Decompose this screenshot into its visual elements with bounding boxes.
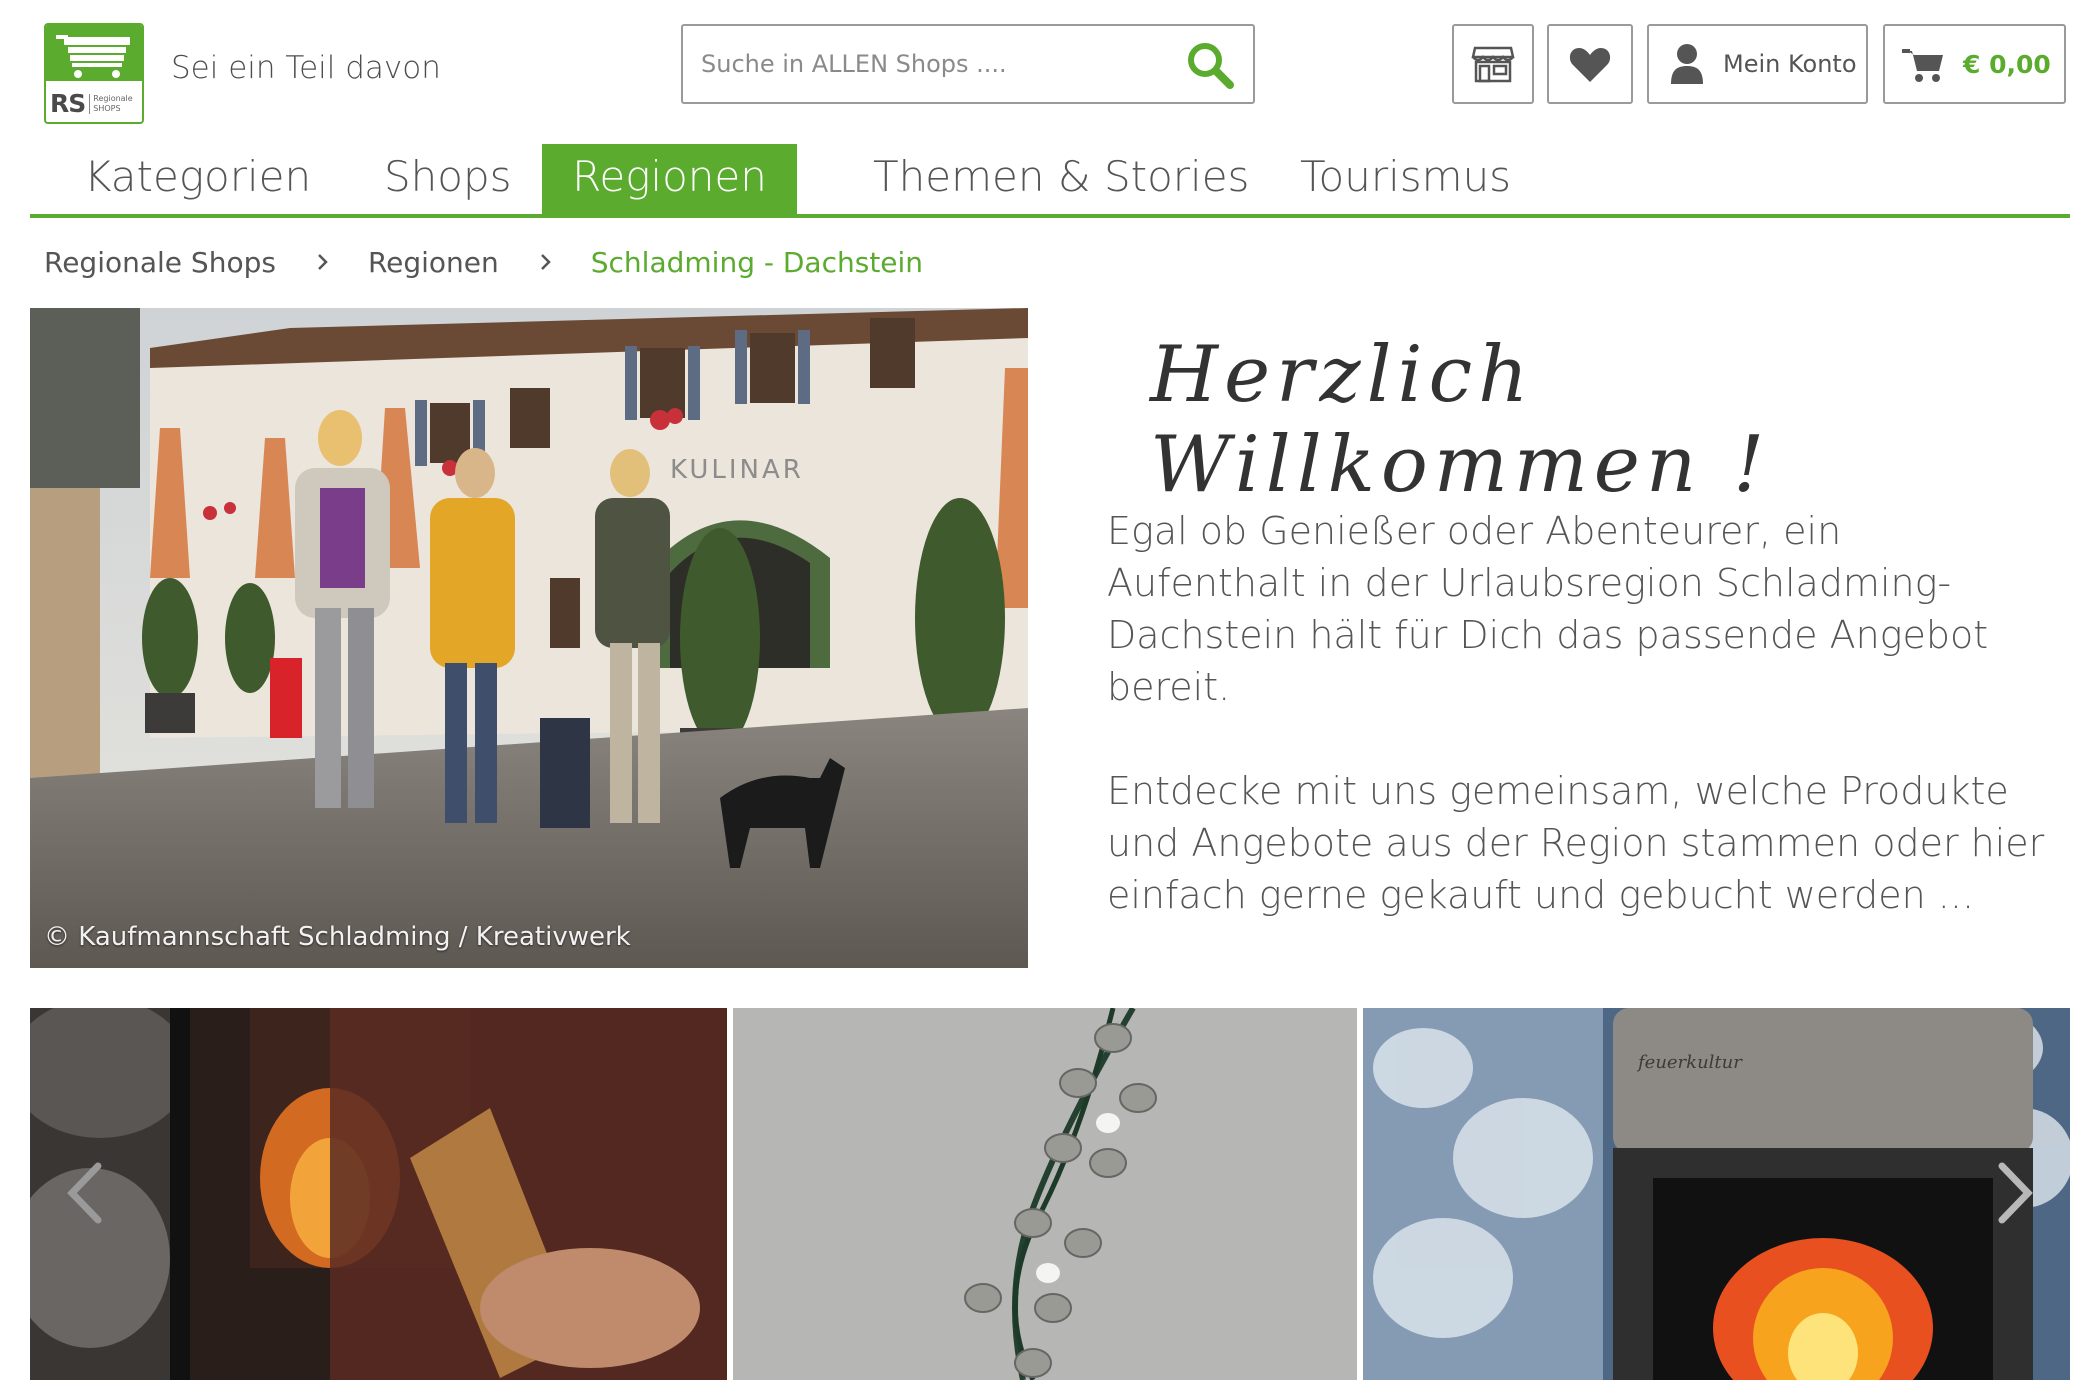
chevron-right-icon <box>540 254 551 270</box>
hero-photo: KULINAR © Kaufmannschaft Schladming / Kr… <box>30 308 1028 968</box>
main-navigation: Kategorien Shops Regionen Themen & Stori… <box>30 144 2070 218</box>
image-slider: feuerkultur <box>30 1008 2070 1380</box>
search-button[interactable] <box>1185 40 1237 90</box>
slider-image-fireplace-wood[interactable] <box>30 1008 727 1380</box>
welcome-heading: Herzlich Willkommen ! <box>1150 330 1771 510</box>
logo-cart-area <box>46 25 142 81</box>
nav-kategorien[interactable]: Kategorien <box>44 144 351 214</box>
stove-winter-photo: feuerkultur <box>1363 1008 2070 1380</box>
search-icon <box>1188 43 1234 89</box>
breadcrumb: Regionale Shops Regionen Schladming - Da… <box>44 240 923 284</box>
breadcrumb-regionale-shops[interactable]: Regionale Shops <box>44 246 276 279</box>
image-credit: © Kaufmannschaft Schladming / Kreativwer… <box>44 922 631 952</box>
search-input[interactable] <box>701 44 1141 84</box>
shopping-cart-logo-icon <box>56 35 130 78</box>
logo-small-line-2: SHOPS <box>93 103 121 113</box>
account-button[interactable]: Mein Konto <box>1647 24 1868 104</box>
chevron-left-icon[interactable] <box>60 1158 110 1228</box>
town-square-photo: KULINAR <box>30 308 1028 968</box>
logo-small-text: Regionale SHOPS <box>89 93 133 114</box>
slider-image-stove-winter[interactable]: feuerkultur <box>1363 1008 2070 1380</box>
cart-button[interactable]: € 0,00 <box>1883 24 2066 104</box>
account-label: Mein Konto <box>1723 50 1857 78</box>
nav-tourismus[interactable]: Tourismus <box>1260 144 1551 214</box>
user-icon <box>1671 44 1703 84</box>
intro-paragraph-1: Egal ob Genießer oder Abenteurer, ein Au… <box>1107 509 1989 709</box>
chevron-right-icon <box>318 254 328 270</box>
breadcrumb-current: Schladming - Dachstein <box>590 245 924 279</box>
nav-shops[interactable]: Shops <box>344 144 552 214</box>
logo-small-line-1: Regionale <box>93 93 133 103</box>
breadcrumb-regionen[interactable]: Regionen <box>368 246 499 279</box>
chevron-right-icon[interactable] <box>1990 1158 2040 1228</box>
nav-regionen[interactable]: Regionen <box>542 144 797 214</box>
tagline: Sei ein Teil davon <box>171 50 441 86</box>
storefront-icon <box>1471 46 1515 83</box>
logo-wordmark: RS Regionale SHOPS <box>46 81 142 122</box>
fireplace-wood-photo <box>30 1008 727 1380</box>
slider-image-felt-embroidery[interactable] <box>733 1008 1357 1380</box>
wall-sign-text: KULINAR <box>670 455 804 485</box>
cart-total: € 0,00 <box>1963 49 2051 79</box>
logo-rs-text: RS <box>50 89 86 118</box>
heart-icon <box>1569 48 1611 82</box>
stores-button[interactable] <box>1452 24 1534 104</box>
favorites-button[interactable] <box>1547 24 1633 104</box>
stove-brand-text: feuerkultur <box>1636 1052 1743 1073</box>
intro-text: Egal ob Genießer oder Abenteurer, ein Au… <box>1107 505 2047 973</box>
intro-paragraph-2: Entdecke mit uns gemeinsam, welche Produ… <box>1107 769 2045 917</box>
search-bar <box>681 24 1255 104</box>
cart-icon <box>1902 49 1943 82</box>
nav-themen-stories[interactable]: Themen & Stories <box>833 144 1289 214</box>
site-logo[interactable]: RS Regionale SHOPS <box>44 23 144 124</box>
felt-embroidery-photo <box>733 1008 1357 1380</box>
